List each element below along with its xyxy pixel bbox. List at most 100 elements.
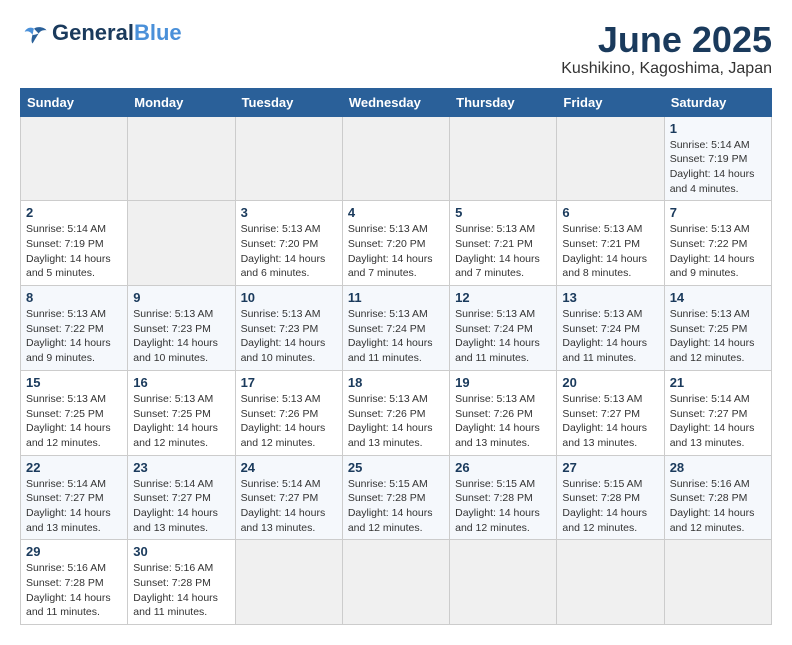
table-row: 25Sunrise: 5:15 AMSunset: 7:28 PMDayligh… (342, 455, 449, 540)
day-info: Sunrise: 5:13 AMSunset: 7:24 PMDaylight:… (455, 307, 551, 366)
table-row (21, 116, 128, 201)
calendar-header: GeneralBlue June 2025 Kushikino, Kagoshi… (20, 20, 772, 78)
table-row: 9 Sunrise: 5:13 AMSunset: 7:23 PMDaylight… (128, 286, 235, 371)
day-number: 4 (348, 205, 444, 220)
day-info: Sunrise: 5:13 AMSunset: 7:23 PMDaylight:… (241, 307, 337, 366)
day-info: Sunrise: 5:13 AMSunset: 7:26 PMDaylight:… (241, 392, 337, 451)
table-row (450, 116, 557, 201)
table-row: 10 Sunrise: 5:13 AMSunset: 7:23 PMDayligh… (235, 286, 342, 371)
day-info: Sunrise: 5:16 AMSunset: 7:28 PMDaylight:… (133, 561, 229, 620)
table-row: 13 Sunrise: 5:13 AMSunset: 7:24 PMDayligh… (557, 286, 664, 371)
table-row: 4Sunrise: 5:13 AMSunset: 7:20 PMDaylight… (342, 201, 449, 286)
table-row: 26Sunrise: 5:15 AMSunset: 7:28 PMDayligh… (450, 455, 557, 540)
day-info: Sunrise: 5:16 AMSunset: 7:28 PMDaylight:… (26, 561, 122, 620)
day-info: Sunrise: 5:14 AMSunset: 7:27 PMDaylight:… (670, 392, 766, 451)
day-number: 10 (241, 290, 337, 305)
day-info: Sunrise: 5:13 AMSunset: 7:22 PMDaylight:… (26, 307, 122, 366)
day-info: Sunrise: 5:14 AMSunset: 7:27 PMDaylight:… (241, 477, 337, 536)
table-row: 18 Sunrise: 5:13 AMSunset: 7:26 PMDayligh… (342, 370, 449, 455)
week-row-5: 22Sunrise: 5:14 AMSunset: 7:27 PMDayligh… (21, 455, 772, 540)
day-number: 13 (562, 290, 658, 305)
table-row: 2 Sunrise: 5:14 AMSunset: 7:19 PMDaylight… (21, 201, 128, 286)
day-info: Sunrise: 5:13 AMSunset: 7:23 PMDaylight:… (133, 307, 229, 366)
day-number: 5 (455, 205, 551, 220)
day-info: Sunrise: 5:13 AMSunset: 7:24 PMDaylight:… (348, 307, 444, 366)
day-number: 12 (455, 290, 551, 305)
day-info: Sunrise: 5:13 AMSunset: 7:27 PMDaylight:… (562, 392, 658, 451)
calendar-subtitle: Kushikino, Kagoshima, Japan (561, 60, 772, 78)
table-row: 19Sunrise: 5:13 AMSunset: 7:26 PMDayligh… (450, 370, 557, 455)
logo: GeneralBlue (20, 20, 182, 46)
table-row: 3 Sunrise: 5:13 AMSunset: 7:20 PMDaylight… (235, 201, 342, 286)
table-row: 12 Sunrise: 5:13 AMSunset: 7:24 PMDayligh… (450, 286, 557, 371)
table-row: 11Sunrise: 5:13 AMSunset: 7:24 PMDayligh… (342, 286, 449, 371)
table-row (128, 201, 235, 286)
calendar-title: June 2025 (561, 20, 772, 60)
calendar-table: Sunday Monday Tuesday Wednesday Thursday… (20, 88, 772, 626)
day-info: Sunrise: 5:13 AMSunset: 7:25 PMDaylight:… (133, 392, 229, 451)
day-info: Sunrise: 5:13 AMSunset: 7:25 PMDaylight:… (26, 392, 122, 451)
table-row: 28 Sunrise: 5:16 AMSunset: 7:28 PMDayligh… (664, 455, 771, 540)
day-info: Sunrise: 5:13 AMSunset: 7:25 PMDaylight:… (670, 307, 766, 366)
table-row: 27Sunrise: 5:15 AMSunset: 7:28 PMDayligh… (557, 455, 664, 540)
table-row (128, 116, 235, 201)
day-info: Sunrise: 5:14 AMSunset: 7:27 PMDaylight:… (26, 477, 122, 536)
day-number: 30 (133, 544, 229, 559)
day-info: Sunrise: 5:14 AMSunset: 7:19 PMDaylight:… (26, 222, 122, 281)
table-row: 6Sunrise: 5:13 AMSunset: 7:21 PMDaylight… (557, 201, 664, 286)
col-friday: Friday (557, 88, 664, 116)
day-info: Sunrise: 5:13 AMSunset: 7:26 PMDaylight:… (348, 392, 444, 451)
day-number: 28 (670, 460, 766, 475)
day-number: 17 (241, 375, 337, 390)
day-number: 21 (670, 375, 766, 390)
table-row: 5 Sunrise: 5:13 AMSunset: 7:21 PMDaylight… (450, 201, 557, 286)
table-row: 17 Sunrise: 5:13 AMSunset: 7:26 PMDayligh… (235, 370, 342, 455)
title-area: June 2025 Kushikino, Kagoshima, Japan (561, 20, 772, 78)
day-info: Sunrise: 5:14 AMSunset: 7:27 PMDaylight:… (133, 477, 229, 536)
day-number: 16 (133, 375, 229, 390)
header-row: Sunday Monday Tuesday Wednesday Thursday… (21, 88, 772, 116)
table-row: 20 Sunrise: 5:13 AMSunset: 7:27 PMDayligh… (557, 370, 664, 455)
table-row: 16 Sunrise: 5:13 AMSunset: 7:25 PMDayligh… (128, 370, 235, 455)
table-row: 15 Sunrise: 5:13 AMSunset: 7:25 PMDayligh… (21, 370, 128, 455)
logo-bird-icon (20, 24, 48, 46)
table-row (557, 116, 664, 201)
table-row: 14 Sunrise: 5:13 AMSunset: 7:25 PMDayligh… (664, 286, 771, 371)
day-info: Sunrise: 5:13 AMSunset: 7:24 PMDaylight:… (562, 307, 658, 366)
week-row-1: 1 Sunrise: 5:14 AMSunset: 7:19 PMDaylight… (21, 116, 772, 201)
col-wednesday: Wednesday (342, 88, 449, 116)
day-number: 3 (241, 205, 337, 220)
table-row (342, 116, 449, 201)
day-info: Sunrise: 5:16 AMSunset: 7:28 PMDaylight:… (670, 477, 766, 536)
day-info: Sunrise: 5:13 AMSunset: 7:21 PMDaylight:… (455, 222, 551, 281)
day-number: 24 (241, 460, 337, 475)
day-number: 18 (348, 375, 444, 390)
col-tuesday: Tuesday (235, 88, 342, 116)
day-number: 7 (670, 205, 766, 220)
day-number: 1 (670, 121, 766, 136)
week-row-2: 2 Sunrise: 5:14 AMSunset: 7:19 PMDaylight… (21, 201, 772, 286)
day-info: Sunrise: 5:14 AMSunset: 7:19 PMDaylight:… (670, 138, 766, 197)
table-row: 24 Sunrise: 5:14 AMSunset: 7:27 PMDayligh… (235, 455, 342, 540)
day-info: Sunrise: 5:15 AMSunset: 7:28 PMDaylight:… (348, 477, 444, 536)
table-row: 8 Sunrise: 5:13 AMSunset: 7:22 PMDaylight… (21, 286, 128, 371)
day-number: 23 (133, 460, 229, 475)
week-row-3: 8 Sunrise: 5:13 AMSunset: 7:22 PMDaylight… (21, 286, 772, 371)
day-number: 15 (26, 375, 122, 390)
table-row: 21 Sunrise: 5:14 AMSunset: 7:27 PMDayligh… (664, 370, 771, 455)
day-number: 2 (26, 205, 122, 220)
table-row (235, 116, 342, 201)
day-info: Sunrise: 5:13 AMSunset: 7:20 PMDaylight:… (241, 222, 337, 281)
day-number: 26 (455, 460, 551, 475)
day-number: 8 (26, 290, 122, 305)
table-row: 23 Sunrise: 5:14 AMSunset: 7:27 PMDayligh… (128, 455, 235, 540)
col-monday: Monday (128, 88, 235, 116)
day-number: 14 (670, 290, 766, 305)
table-row: 22Sunrise: 5:14 AMSunset: 7:27 PMDayligh… (21, 455, 128, 540)
day-number: 27 (562, 460, 658, 475)
col-sunday: Sunday (21, 88, 128, 116)
day-number: 20 (562, 375, 658, 390)
week-row-4: 15 Sunrise: 5:13 AMSunset: 7:25 PMDayligh… (21, 370, 772, 455)
table-row: 1 Sunrise: 5:14 AMSunset: 7:19 PMDaylight… (664, 116, 771, 201)
day-number: 9 (133, 290, 229, 305)
